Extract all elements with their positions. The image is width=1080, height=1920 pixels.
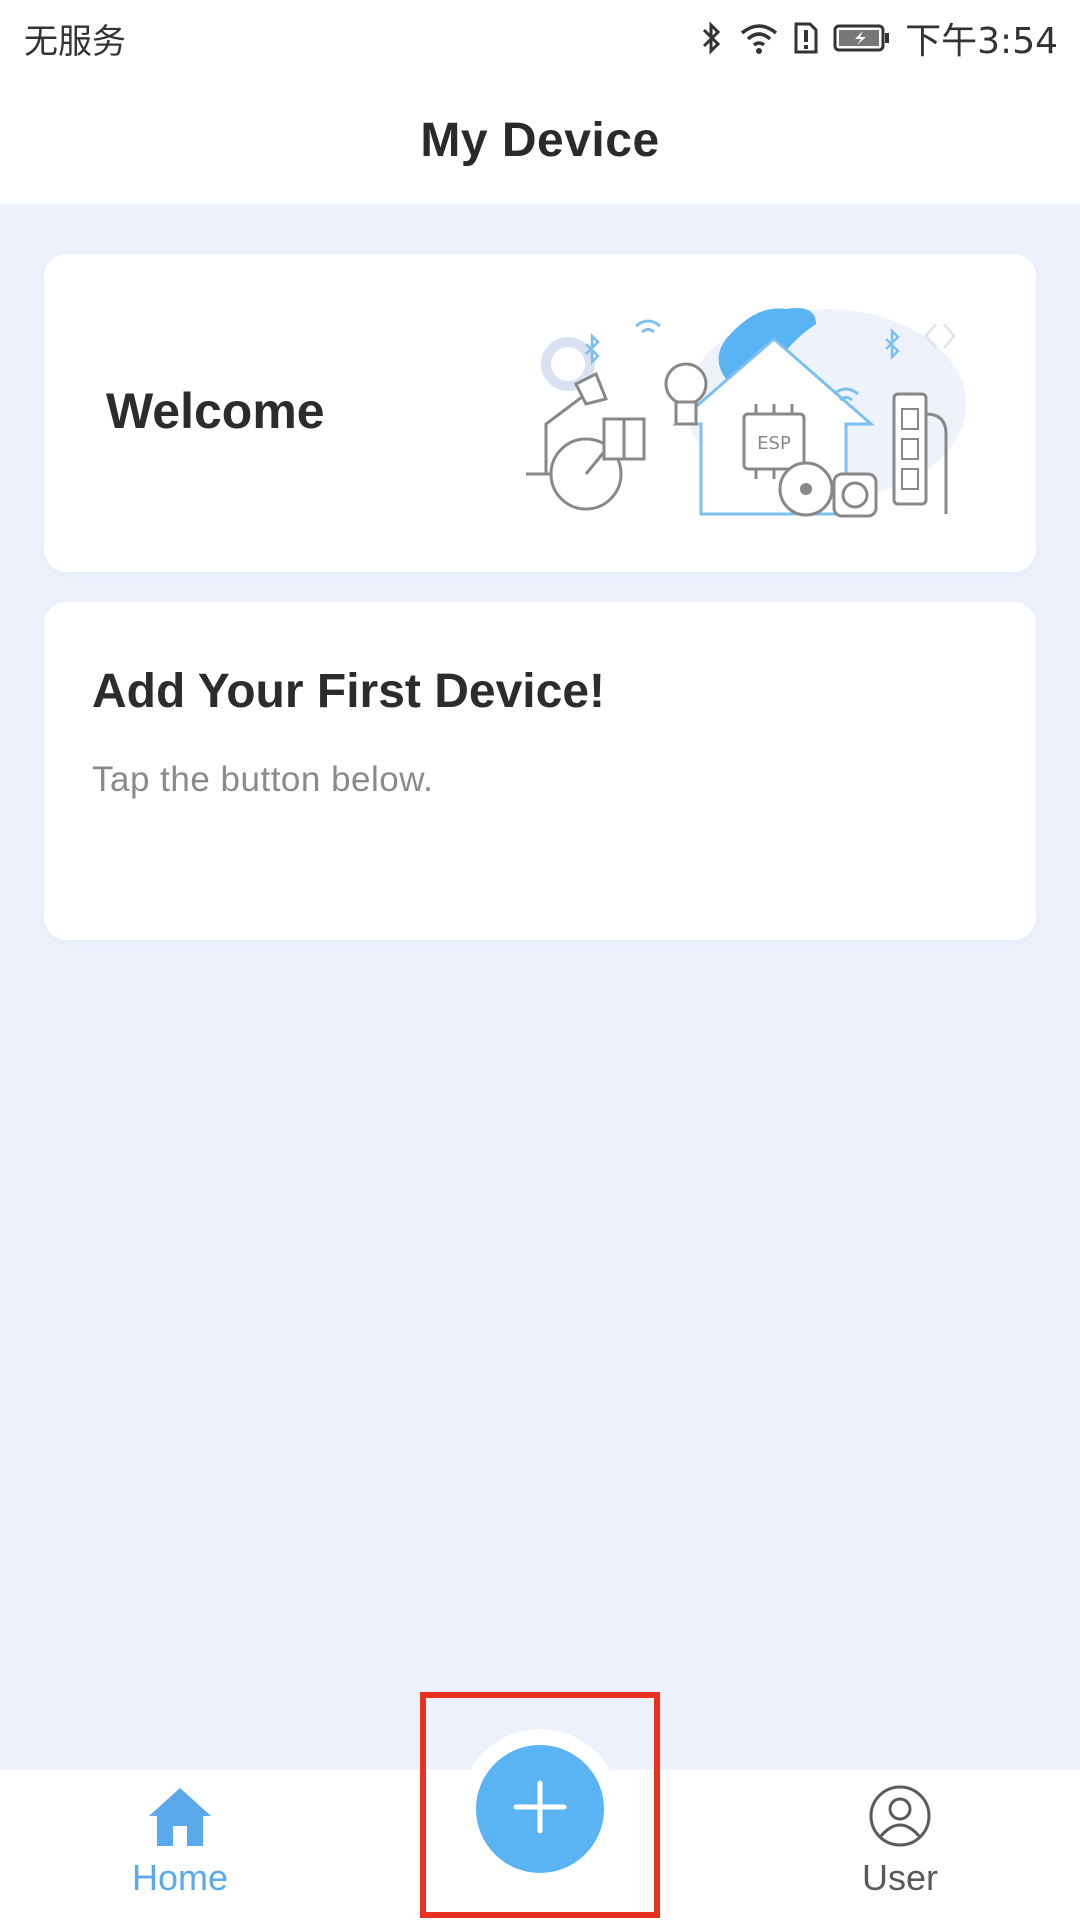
status-time: 下午3:54 <box>905 21 1058 62</box>
bluetooth-icon <box>699 20 725 56</box>
nav-user[interactable]: User <box>800 1784 1000 1914</box>
welcome-title: Welcome <box>106 383 325 439</box>
main-content: Welcome ESP Add Your First Device! Tap t… <box>0 204 1080 1770</box>
home-icon <box>145 1784 215 1853</box>
battery-charging-icon <box>833 23 891 53</box>
highlight-box <box>420 1692 660 1918</box>
sim-alert-icon <box>793 21 819 55</box>
status-bar: 无服务 下午3:54 <box>0 0 1080 76</box>
welcome-card: Welcome ESP <box>44 254 1036 572</box>
status-icons: 下午3:54 <box>699 10 1058 66</box>
user-icon <box>868 1784 932 1853</box>
carrier-label: 无服务 <box>24 22 126 62</box>
app-header: My Device <box>0 76 1080 204</box>
add-first-device-subtitle: Tap the button below. <box>92 760 434 799</box>
smart-home-illustration: ESP <box>526 308 966 518</box>
add-first-device-title: Add Your First Device! <box>92 665 605 718</box>
nav-user-label: User <box>861 1857 938 1898</box>
nav-home-label: Home <box>131 1857 229 1898</box>
page-title: My Device <box>420 113 660 167</box>
esp-chip-label: ESP <box>757 433 791 454</box>
nav-home[interactable]: Home <box>80 1784 280 1914</box>
wifi-icon <box>739 21 779 55</box>
add-first-device-card: Add Your First Device! Tap the button be… <box>44 602 1036 940</box>
